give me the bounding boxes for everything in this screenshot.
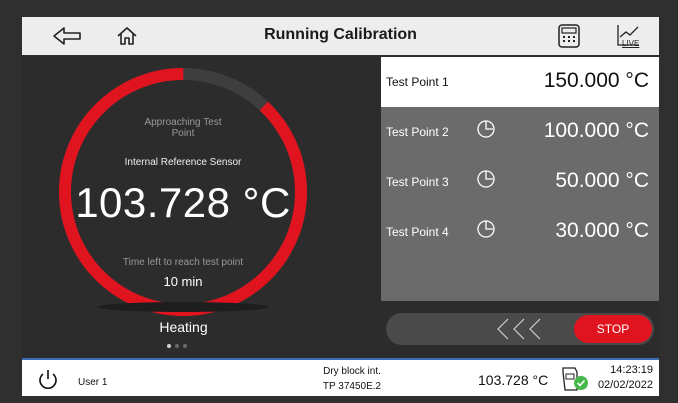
test-point-value: 30.000 °C [555, 219, 649, 242]
device-model: TP 37450E.2 [322, 381, 382, 392]
device-frame: Running Calibration LIVE Approaching Tes… [0, 0, 678, 403]
page-dot[interactable] [183, 344, 187, 348]
clock-date: 02/02/2022 [597, 379, 653, 391]
test-point-label: Test Point 4 [386, 225, 449, 239]
page-dot[interactable] [175, 344, 179, 348]
status-bar: User 1 Dry block int. TP 37450E.2 103.72… [22, 358, 659, 396]
test-point-row[interactable]: Test Point 1 150.000 °C [381, 57, 659, 107]
test-points-list: Test Point 1 150.000 °C Test Point 2 100.00… [381, 57, 659, 301]
sensor-label: Internal Reference Sensor [124, 157, 242, 168]
device-name: Dry block int. [323, 366, 381, 377]
test-point-label: Test Point 1 [386, 75, 449, 89]
chevrons-left-icon [497, 318, 541, 340]
time-left-value: 10 min [163, 274, 203, 289]
status-temperature: 103.728 °C [478, 372, 549, 388]
test-point-row[interactable]: Test Point 2 100.000 °C [381, 107, 659, 157]
dry-block-ok-icon [562, 367, 588, 391]
current-temperature: 103.728 °C [75, 179, 291, 226]
action-slider[interactable]: STOP [386, 313, 654, 345]
calculator-icon [558, 24, 580, 48]
test-point-value: 100.000 °C [543, 119, 649, 142]
test-point-value: 50.000 °C [555, 169, 649, 192]
stop-button[interactable]: STOP [574, 315, 652, 343]
page-dot[interactable] [167, 344, 171, 348]
gauge-shadow [97, 302, 269, 312]
power-icon[interactable] [36, 368, 60, 392]
state-label: Heating [159, 319, 208, 335]
clock-icon [477, 170, 495, 188]
clock-icon [477, 120, 495, 138]
live-view-button[interactable]: LIVE [611, 21, 645, 51]
clock-icon [477, 220, 495, 238]
test-point-value: 150.000 °C [543, 69, 649, 92]
live-label: LIVE [622, 39, 640, 48]
approaching-label: Approaching Test Point [144, 117, 222, 139]
time-left-label: Time left to reach test point [122, 257, 244, 268]
header-bar: Running Calibration LIVE [22, 17, 659, 55]
test-point-label: Test Point 2 [386, 125, 449, 139]
clock: 14:23:19 02/02/2022 [598, 363, 653, 393]
keypad-button[interactable] [552, 21, 586, 51]
screen: Running Calibration LIVE Approaching Tes… [22, 17, 659, 396]
test-point-row[interactable]: Test Point 4 30.000 °C [381, 207, 659, 257]
test-point-label: Test Point 3 [386, 175, 449, 189]
device-info: Dry block int. TP 37450E.2 [292, 364, 412, 394]
user-name[interactable]: User 1 [78, 377, 107, 388]
clock-time: 14:23:19 [610, 364, 653, 376]
test-point-row[interactable]: Test Point 3 50.000 °C [381, 157, 659, 207]
page-indicator[interactable] [167, 344, 187, 348]
temperature-gauge: Approaching Test Point Internal Referenc… [52, 61, 314, 323]
